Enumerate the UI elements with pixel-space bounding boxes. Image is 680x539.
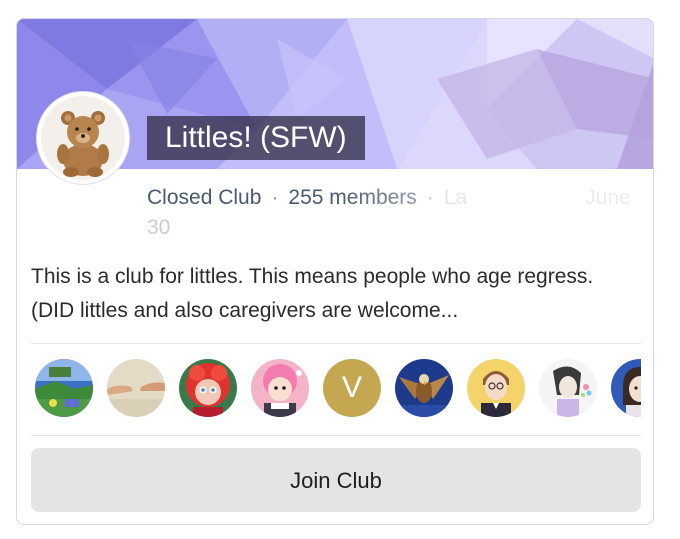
divider	[31, 343, 641, 344]
club-type: Closed Club	[147, 186, 262, 209]
last-activity-tail: June	[585, 186, 631, 209]
teddy-bear-icon	[41, 96, 125, 180]
cartoon-boy-avatar-icon	[467, 359, 525, 417]
member-avatar[interactable]	[251, 359, 309, 417]
member-avatar[interactable]	[107, 359, 165, 417]
member-avatar[interactable]	[539, 359, 597, 417]
member-count[interactable]: 255 members	[288, 186, 416, 209]
meta-separator: ·	[426, 186, 434, 209]
last-activity-partial: La	[443, 186, 468, 209]
member-avatar[interactable]	[611, 359, 641, 417]
sketch-character-avatar-icon	[539, 359, 597, 417]
member-avatar[interactable]	[35, 359, 93, 417]
club-avatar	[37, 92, 129, 184]
member-avatar-letter[interactable]: V	[323, 359, 381, 417]
avatar-letter: V	[341, 371, 362, 404]
club-title: Littles! (SFW)	[147, 116, 365, 160]
join-club-button[interactable]: Join Club	[31, 448, 641, 512]
club-description: This is a club for littles. This means p…	[31, 265, 594, 322]
last-activity-wrap: 30	[147, 216, 171, 239]
member-avatar[interactable]	[395, 359, 453, 417]
club-card[interactable]: Littles! (SFW) Closed Club · 255 members · L…	[16, 18, 654, 525]
meta-separator: ·	[271, 186, 279, 209]
member-avatar[interactable]	[467, 359, 525, 417]
red-haired-character-avatar-icon	[179, 359, 237, 417]
club-meta: Closed Club · 255 members · La June	[147, 182, 653, 242]
girl-portrait-avatar-icon	[611, 359, 641, 417]
landscape-avatar-icon	[35, 359, 93, 417]
member-avatar[interactable]	[179, 359, 237, 417]
divider	[31, 435, 641, 436]
pink-haired-character-avatar-icon	[251, 359, 309, 417]
member-avatar-row[interactable]: V	[31, 359, 641, 419]
hands-painting-avatar-icon	[107, 359, 165, 417]
eagle-avatar-icon	[395, 359, 453, 417]
